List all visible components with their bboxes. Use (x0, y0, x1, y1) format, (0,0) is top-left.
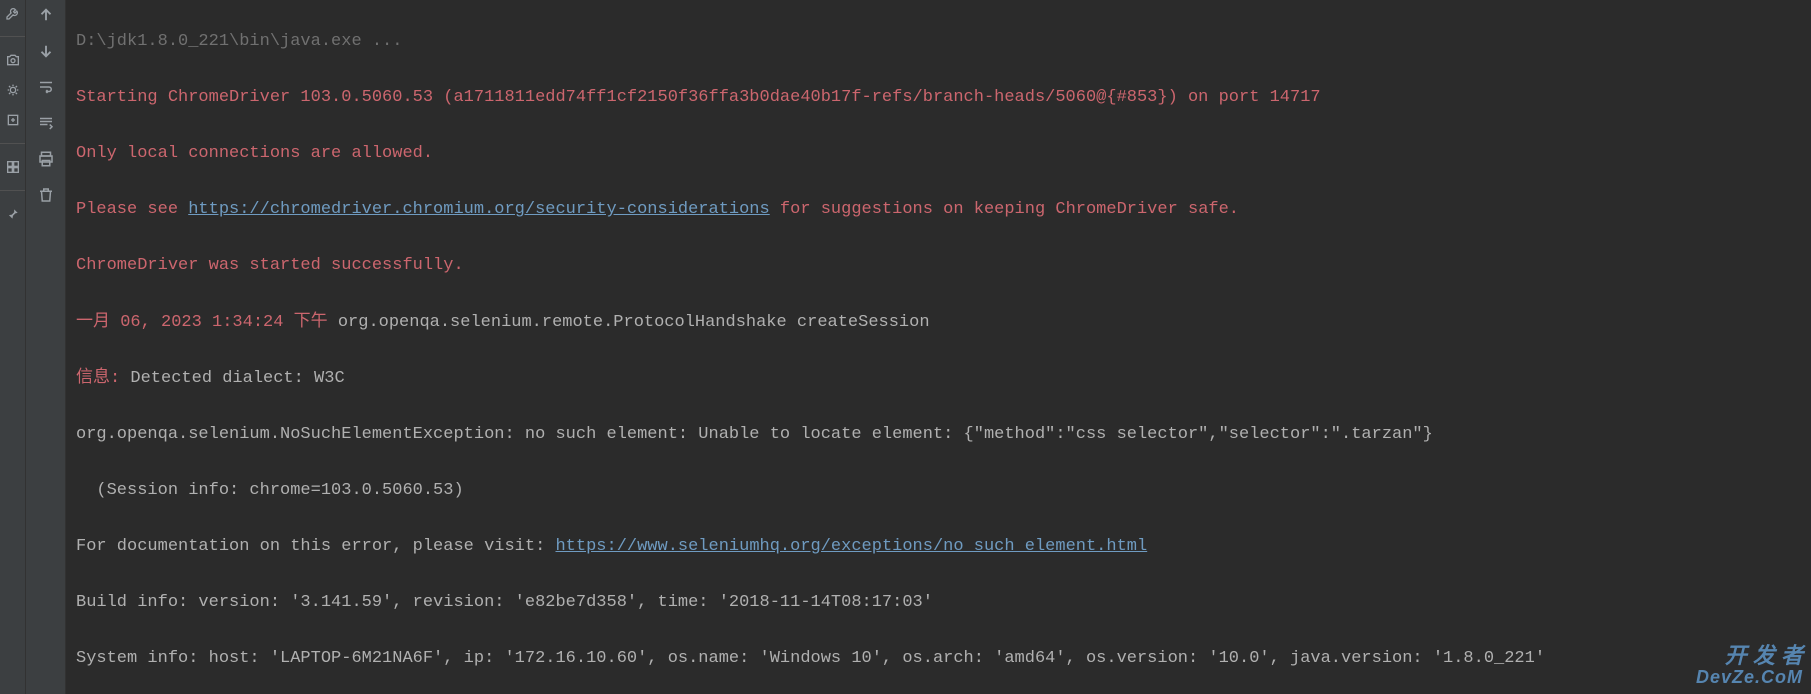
left-gutter (0, 0, 26, 694)
pin-icon[interactable] (4, 205, 22, 223)
console-line: 一月 06, 2023 1:34:24 下午 org.openqa.seleni… (76, 309, 1801, 337)
arrow-up-icon[interactable] (35, 4, 57, 26)
console-line: 信息: Detected dialect: W3C (76, 365, 1801, 393)
trash-icon[interactable] (35, 184, 57, 206)
scroll-to-end-icon[interactable] (35, 112, 57, 134)
layout-icon[interactable] (4, 158, 22, 176)
camera-icon[interactable] (4, 51, 22, 69)
console-line: System info: host: 'LAPTOP-6M21NA6F', ip… (76, 645, 1801, 673)
console-line: (Session info: chrome=103.0.5060.53) (76, 477, 1801, 505)
export-icon[interactable] (4, 111, 22, 129)
bug-icon[interactable] (4, 81, 22, 99)
console-line: ChromeDriver was started successfully. (76, 252, 1801, 280)
console-output[interactable]: D:\jdk1.8.0_221\bin\java.exe ... Startin… (66, 0, 1811, 694)
arrow-down-icon[interactable] (35, 40, 57, 62)
console-toolbar (26, 0, 66, 694)
wrench-icon[interactable] (4, 4, 22, 22)
print-icon[interactable] (35, 148, 57, 170)
console-line: Build info: version: '3.141.59', revisio… (76, 589, 1801, 617)
console-line: Only local connections are allowed. (76, 140, 1801, 168)
soft-wrap-icon[interactable] (35, 76, 57, 98)
console-line: For documentation on this error, please … (76, 533, 1801, 561)
chromedriver-security-link[interactable]: https://chromedriver.chromium.org/securi… (188, 200, 770, 219)
console-line: Please see https://chromedriver.chromium… (76, 196, 1801, 224)
console-line: Starting ChromeDriver 103.0.5060.53 (a17… (76, 84, 1801, 112)
console-line: D:\jdk1.8.0_221\bin\java.exe ... (76, 28, 1801, 56)
console-line: org.openqa.selenium.NoSuchElementExcepti… (76, 421, 1801, 449)
selenium-exception-link[interactable]: https://www.seleniumhq.org/exceptions/no… (555, 537, 1147, 556)
